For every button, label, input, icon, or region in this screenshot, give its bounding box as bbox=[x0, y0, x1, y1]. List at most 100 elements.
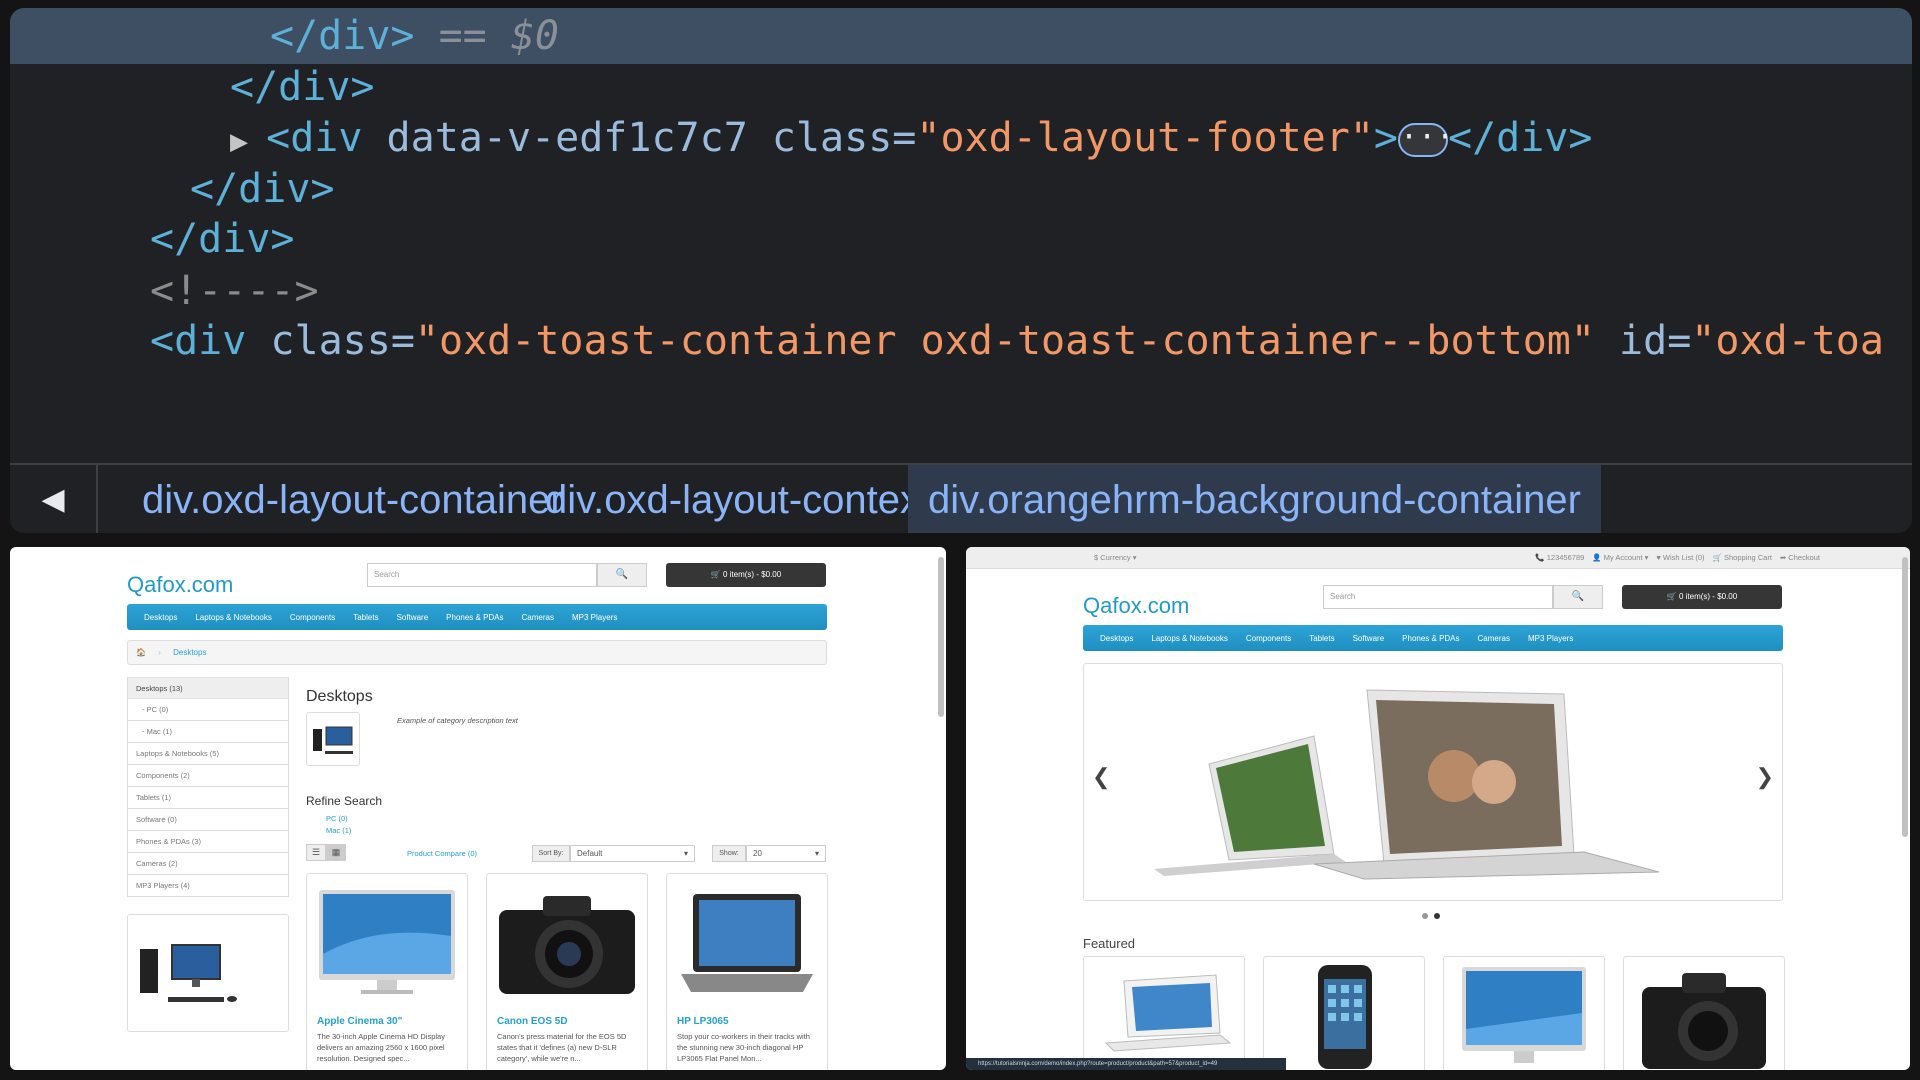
menu-item[interactable]: Phones & PDAs bbox=[446, 613, 503, 622]
menu-item[interactable]: MP3 Players bbox=[572, 613, 617, 622]
sidebar-item[interactable]: Laptops & Notebooks (5) bbox=[127, 743, 289, 765]
sidebar-item[interactable]: Tablets (1) bbox=[127, 787, 289, 809]
monitor-image bbox=[319, 890, 455, 994]
category-description: Example of category description text bbox=[397, 716, 518, 725]
cart-button[interactable]: 🛒 0 item(s) - $0.00 bbox=[1622, 585, 1782, 609]
back-arrow-icon[interactable]: ◀ bbox=[10, 465, 98, 533]
search-input[interactable]: Search bbox=[367, 563, 597, 587]
product-name[interactable]: Canon EOS 5D bbox=[487, 1016, 647, 1027]
separator: › bbox=[158, 648, 161, 657]
devtools-panel: </div> == $0 </div> ▶ <div data-v-edf1c7c7… bbox=[10, 8, 1912, 533]
product-card[interactable] bbox=[1443, 956, 1605, 1070]
breadcrumb-item[interactable]: div.oxd-layout-context bbox=[525, 465, 951, 533]
code-token: </div> bbox=[270, 13, 415, 59]
desktop-thumbnail-image bbox=[313, 726, 353, 754]
menu-item[interactable]: Phones & PDAs bbox=[1402, 634, 1459, 643]
refine-link-mac[interactable]: Mac (1) bbox=[326, 825, 351, 837]
main-menu: Desktops Laptops & Notebooks Components Tab… bbox=[127, 604, 827, 630]
product-card[interactable]: Apple Cinema 30" The 30-inch Apple Cinem… bbox=[306, 873, 468, 1070]
breadcrumb: 🏠 › Desktops bbox=[127, 640, 827, 665]
menu-item[interactable]: Laptops & Notebooks bbox=[1151, 634, 1228, 643]
collapsed-content-button[interactable]: ··· bbox=[1398, 123, 1454, 157]
product-card[interactable] bbox=[1263, 956, 1425, 1070]
sidebar-item[interactable]: Phones & PDAs (3) bbox=[127, 831, 289, 853]
product-card[interactable] bbox=[1083, 956, 1245, 1070]
macbook-white-image bbox=[1104, 974, 1232, 1052]
product-compare-link[interactable]: Product Compare (0) bbox=[407, 849, 477, 858]
breadcrumb-item[interactable]: div.oxd-layout-container bbox=[122, 465, 584, 533]
menu-item[interactable]: Software bbox=[1353, 634, 1385, 643]
top-link[interactable]: ♥ Wish List (0) bbox=[1656, 553, 1704, 562]
menu-item[interactable]: Laptops & Notebooks bbox=[195, 613, 272, 622]
expand-triangle-icon[interactable]: ▶ bbox=[230, 124, 266, 159]
store-home-page: $ Currency ▾ 📞 123456789 👤 My Account ▾ ♥ … bbox=[966, 547, 1910, 1070]
sidebar-item[interactable]: - Mac (1) bbox=[127, 721, 289, 743]
breadcrumb-desktops[interactable]: Desktops bbox=[173, 648, 206, 657]
search-input[interactable]: Search bbox=[1323, 585, 1553, 609]
menu-item[interactable]: MP3 Players bbox=[1528, 634, 1573, 643]
top-bar: $ Currency ▾ 📞 123456789 👤 My Account ▾ ♥ … bbox=[966, 547, 1910, 569]
desktop-computer-image bbox=[140, 944, 237, 1002]
dom-node-line[interactable]: <div class="oxd-toast-container oxd-toas… bbox=[10, 310, 1912, 372]
home-icon[interactable]: 🏠 bbox=[136, 648, 146, 657]
status-bar-url: https://tutorialsninja.com/demo/index.ph… bbox=[966, 1058, 1286, 1070]
camera-image bbox=[1642, 973, 1766, 1069]
menu-item[interactable]: Cameras bbox=[1478, 634, 1510, 643]
sidebar-item[interactable]: - PC (0) bbox=[127, 699, 289, 721]
menu-item[interactable]: Software bbox=[397, 613, 429, 622]
product-name[interactable]: Apple Cinema 30" bbox=[307, 1016, 467, 1027]
slide-prev-icon[interactable]: ❮ bbox=[1092, 764, 1110, 790]
menu-item[interactable]: Components bbox=[1246, 634, 1291, 643]
top-link[interactable]: 📞 123456789 bbox=[1535, 553, 1584, 562]
search-icon[interactable]: 🔍 bbox=[597, 563, 647, 587]
product-name[interactable]: HP LP3065 bbox=[667, 1016, 827, 1027]
menu-item[interactable]: Tablets bbox=[1309, 634, 1334, 643]
product-card[interactable]: HP LP3065 Stop your co-workers in their … bbox=[666, 873, 828, 1070]
scrollbar[interactable] bbox=[938, 557, 944, 717]
sidebar-item[interactable]: Desktops (13) bbox=[127, 677, 289, 699]
code-token: <div bbox=[150, 318, 271, 364]
code-token: </div> bbox=[190, 166, 335, 212]
top-link[interactable]: 👤 My Account ▾ bbox=[1592, 553, 1648, 562]
top-link[interactable]: 🛒 Shopping Cart bbox=[1713, 553, 1772, 562]
show-select[interactable]: 20 ▾ bbox=[746, 845, 826, 862]
sidebar-item[interactable]: Software (0) bbox=[127, 809, 289, 831]
laptop-image bbox=[681, 894, 813, 992]
sidebar-item[interactable]: Components (2) bbox=[127, 765, 289, 787]
site-logo[interactable]: Qafox.com bbox=[1083, 593, 1189, 619]
menu-item[interactable]: Desktops bbox=[144, 613, 177, 622]
menu-item[interactable]: Desktops bbox=[1100, 634, 1133, 643]
product-description: Canon's press material for the EOS 5D st… bbox=[497, 1032, 627, 1063]
product-card[interactable]: Canon EOS 5D Canon's press material for … bbox=[486, 873, 648, 1070]
refine-link-pc[interactable]: PC (0) bbox=[326, 813, 351, 825]
sort-select[interactable]: Default ▾ bbox=[570, 845, 695, 862]
sidebar-item[interactable]: Cameras (2) bbox=[127, 853, 289, 875]
scrollbar[interactable] bbox=[1902, 557, 1908, 837]
pagination-dot[interactable] bbox=[1422, 913, 1428, 919]
search-icon[interactable]: 🔍 bbox=[1553, 585, 1603, 609]
store-category-page: Qafox.com Search 🔍 🛒 0 item(s) - $0.00 D… bbox=[10, 547, 946, 1070]
sidebar-banner bbox=[127, 914, 289, 1032]
breadcrumb-item[interactable]: div.orangehrm-background-container bbox=[908, 465, 1601, 533]
product-description: The 30-inch Apple Cinema HD Display deli… bbox=[317, 1032, 445, 1063]
pagination-dot[interactable] bbox=[1434, 913, 1440, 919]
list-view-icon[interactable]: ☰ bbox=[306, 844, 326, 861]
grid-view-icon[interactable]: ▦ bbox=[326, 844, 346, 861]
product-card[interactable] bbox=[1623, 956, 1785, 1070]
currency-dropdown[interactable]: $ Currency ▾ bbox=[1094, 553, 1137, 562]
menu-item[interactable]: Components bbox=[290, 613, 335, 622]
code-token: "oxd-layout-footer" bbox=[916, 115, 1374, 161]
slide-next-icon[interactable]: ❯ bbox=[1756, 764, 1774, 790]
menu-item[interactable]: Cameras bbox=[522, 613, 554, 622]
cart-button[interactable]: 🛒 0 item(s) - $0.00 bbox=[666, 563, 826, 587]
code-token: class= bbox=[270, 318, 415, 364]
site-logo[interactable]: Qafox.com bbox=[127, 572, 233, 598]
refine-links: PC (0) Mac (1) bbox=[326, 813, 351, 837]
menu-item[interactable]: Tablets bbox=[353, 613, 378, 622]
refine-heading: Refine Search bbox=[306, 794, 383, 808]
category-sidebar: Desktops (13) - PC (0) - Mac (1) Laptops & … bbox=[127, 677, 289, 897]
sidebar-item[interactable]: MP3 Players (4) bbox=[127, 875, 289, 897]
macbook-image bbox=[1154, 689, 1660, 880]
top-link[interactable]: ➦ Checkout bbox=[1780, 553, 1820, 562]
chevron-down-icon: ▾ bbox=[814, 849, 819, 858]
